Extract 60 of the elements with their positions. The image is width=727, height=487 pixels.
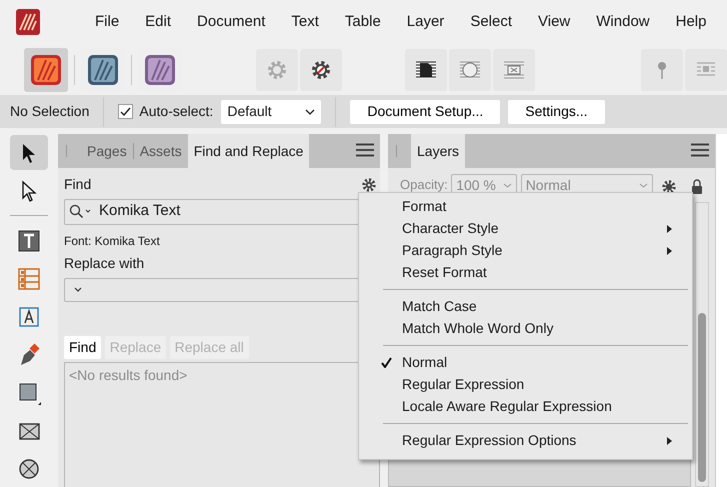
panel-tab[interactable]: Assets	[134, 134, 188, 168]
chevron-down-icon	[638, 182, 648, 188]
text-wrap-icon	[415, 58, 438, 80]
menu-item[interactable]: Window	[596, 10, 650, 34]
panel-tab[interactable]: Pages	[81, 134, 133, 168]
search-icon[interactable]	[69, 204, 93, 220]
app-logo-icon	[15, 8, 41, 36]
toolbar-button[interactable]	[405, 48, 448, 90]
checkbox-label: Auto-select:	[139, 102, 214, 121]
selection-status: No Selection	[10, 102, 90, 121]
settings-icon[interactable]	[362, 178, 376, 192]
menu-item[interactable]: Text	[291, 10, 319, 34]
chevron-down-icon	[305, 108, 316, 114]
menu-item[interactable]: Match Case	[359, 295, 692, 317]
chevron-down-icon	[74, 287, 82, 292]
check-icon	[120, 106, 132, 117]
scrollbar[interactable]	[695, 202, 709, 487]
panel-tab[interactable]: Layers	[411, 134, 466, 168]
toolbar-button[interactable]	[300, 48, 342, 90]
menu-item[interactable]: Layer	[406, 10, 444, 34]
gear-icon	[266, 58, 288, 80]
menu-icon[interactable]	[356, 143, 374, 157]
text-wrap-circle-icon	[459, 58, 482, 80]
checkbox[interactable]	[118, 104, 134, 119]
chevron-down-icon	[503, 182, 512, 188]
gear-slash-icon	[310, 58, 332, 80]
menu-item[interactable]: Reset Format	[359, 261, 692, 283]
menu-item[interactable]: Help	[676, 10, 706, 34]
menu-item[interactable]: View	[538, 10, 570, 34]
text-tool-icon	[17, 228, 41, 253]
photo-app-icon	[144, 54, 176, 86]
tool-button[interactable]	[10, 135, 48, 170]
opacity-label: Opacity:	[400, 176, 448, 194]
menu-item[interactable]: Table	[344, 10, 381, 34]
mode-dropdown[interactable]: Default	[221, 100, 322, 124]
menu-item[interactable]: Select	[470, 10, 512, 34]
table-tool-icon	[17, 266, 41, 291]
ellipse-frame-icon	[17, 457, 41, 482]
font-info: Font: Komika Text	[64, 232, 161, 250]
menu-item[interactable]: File	[95, 10, 120, 34]
lock-icon[interactable]	[692, 178, 702, 194]
panel-tab[interactable]: Find and Replace	[188, 134, 310, 168]
text-wrap-none-icon	[503, 58, 526, 80]
toolbar-button[interactable]: Document Setup...	[350, 100, 500, 124]
menu-item[interactable]: Edit	[145, 10, 172, 34]
designer-app-icon	[86, 54, 119, 86]
field-label: Find	[64, 175, 92, 194]
frame-text-icon	[17, 304, 41, 329]
rectangle-icon	[17, 381, 41, 406]
menu-item[interactable]: Document	[197, 10, 266, 34]
settings-icon[interactable]	[662, 180, 676, 194]
scrollbar-thumb[interactable]	[698, 313, 706, 482]
menu-item[interactable]: Paragraph Style	[359, 239, 692, 261]
field-label: Replace with	[64, 254, 146, 273]
menu-item[interactable]: Match Whole Word Only	[359, 317, 692, 339]
publisher-app-icon	[30, 54, 62, 86]
action-button[interactable]: Find	[64, 336, 102, 358]
menu-icon[interactable]	[691, 143, 709, 157]
toolbar-button[interactable]: Settings...	[508, 100, 605, 124]
app-switch-button[interactable]	[24, 48, 68, 92]
